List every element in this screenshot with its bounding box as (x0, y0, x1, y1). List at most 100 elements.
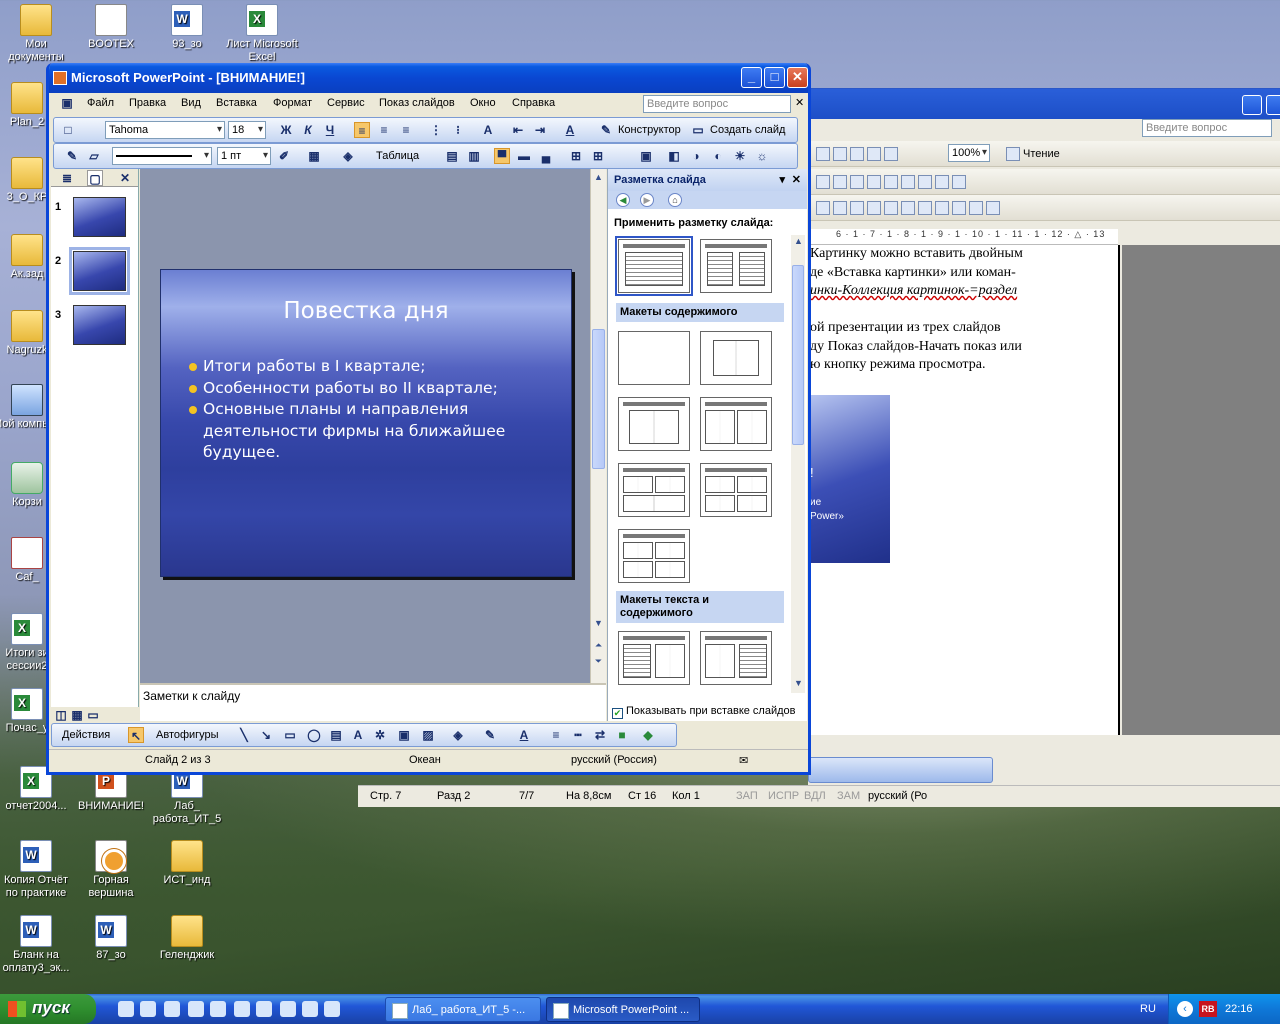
brightness-icon[interactable]: ☀ (732, 148, 748, 164)
slide-thumbnail-1[interactable] (73, 197, 126, 237)
table-cell-icon[interactable] (816, 175, 830, 190)
compress-icon[interactable] (901, 175, 915, 190)
rectangle-icon[interactable]: ▭ (282, 727, 298, 743)
slides-tab-icon[interactable]: ▢ (87, 170, 103, 186)
italic-icon[interactable]: К (300, 122, 316, 138)
word-document-page[interactable]: Картинку можно вставить двойным де «Вста… (808, 245, 1120, 735)
scroll-down-icon[interactable]: ▼ (592, 617, 605, 630)
increase-indent-icon[interactable]: ⇥ (532, 122, 548, 138)
actions-menu-button[interactable]: Действия (62, 729, 110, 741)
fill-color-icon[interactable]: ◈ (450, 727, 466, 743)
quicklaunch-search-icon[interactable] (302, 1001, 318, 1017)
numbering-icon[interactable]: ⋮ (428, 122, 444, 138)
insert-picture-icon[interactable]: ▣ (638, 148, 654, 164)
underline-icon[interactable]: Ч (322, 122, 338, 138)
distribute-columns-icon[interactable]: ⊞ (590, 148, 606, 164)
map-icon[interactable] (867, 147, 881, 162)
font-color-icon[interactable] (986, 201, 1000, 216)
font-color-icon[interactable]: A (516, 727, 532, 743)
layout-title-two-content[interactable] (700, 397, 772, 451)
picture-icon[interactable]: ▨ (420, 727, 436, 743)
slideshow-view-icon[interactable]: ▭ (85, 707, 101, 723)
font-color-icon[interactable]: A (562, 122, 578, 138)
clipart-icon[interactable]: ▣ (396, 727, 412, 743)
set-transparent-icon[interactable] (935, 175, 949, 190)
align-right-icon[interactable] (833, 201, 847, 216)
distribute-rows-icon[interactable]: ⊞ (568, 148, 584, 164)
menu-view[interactable]: Вид (181, 97, 201, 109)
layout-title-two-columns[interactable] (700, 239, 772, 293)
scroll-thumb[interactable] (592, 329, 605, 469)
insert-table-icon[interactable]: ▤ (444, 148, 460, 164)
less-contrast-icon[interactable]: ◐ (710, 148, 726, 164)
quicklaunch-show-desktop-icon[interactable] (140, 1001, 156, 1017)
select-objects-icon[interactable]: ↖ (128, 727, 144, 743)
layout-four-content[interactable] (618, 529, 690, 583)
decrease-indent-icon[interactable] (918, 201, 932, 216)
less-brightness-icon[interactable]: ☼ (754, 148, 770, 164)
crop-icon[interactable] (867, 175, 881, 190)
slide-editing-area[interactable]: Повестка дня Итоги работы в I квартале; … (140, 169, 590, 683)
quicklaunch-app-icon[interactable] (256, 1001, 272, 1017)
arrow-icon[interactable]: ↘ (258, 727, 274, 743)
layout-title-four-content[interactable] (700, 463, 772, 517)
draw-table-icon[interactable]: ✎ (64, 148, 80, 164)
merge-cells-icon[interactable]: ▥ (466, 148, 482, 164)
columns-icon[interactable] (833, 147, 847, 162)
layout-content-and-text[interactable] (700, 631, 772, 685)
tray-app-icon[interactable]: RB (1199, 1001, 1217, 1017)
dash-style-icon[interactable]: ┅ (570, 727, 586, 743)
minimize-button[interactable]: _ (741, 67, 762, 88)
wordart-icon[interactable]: A (350, 727, 366, 743)
design-button[interactable]: Конструктор (618, 124, 681, 136)
design-icon[interactable]: ✎ (598, 122, 614, 138)
eraser-icon[interactable]: ▱ (86, 148, 102, 164)
current-slide[interactable]: Повестка дня Итоги работы в I квартале; … (160, 269, 572, 577)
start-button[interactable]: пуск (0, 994, 96, 1024)
maximize-button[interactable]: □ (764, 67, 785, 88)
menu-window[interactable]: Окно (470, 97, 496, 109)
bullets-icon[interactable] (901, 201, 915, 216)
word-reading-button[interactable]: Чтение (1006, 145, 1060, 163)
borders-icon[interactable]: ▦ (306, 148, 322, 164)
menu-help[interactable]: Справка (512, 97, 555, 109)
menu-tools[interactable]: Сервис (327, 97, 365, 109)
oval-icon[interactable]: ◯ (306, 727, 322, 743)
border-style-select[interactable] (112, 147, 212, 165)
quicklaunch-tools-icon[interactable] (324, 1001, 340, 1017)
taskbar-item-word[interactable]: Лаб_ работа_ИТ_5 -... (385, 997, 541, 1022)
textbox-icon[interactable]: ▤ (328, 727, 344, 743)
quicklaunch-app-icon[interactable] (234, 1001, 250, 1017)
shadow-icon[interactable]: ■ (614, 727, 630, 743)
close-pane-icon[interactable]: ✕ (117, 170, 133, 186)
taskpane-scroll-thumb[interactable] (792, 265, 804, 445)
powerpoint-app-icon[interactable] (53, 71, 67, 85)
taskpane-close-icon[interactable]: ✕ (792, 173, 801, 186)
word-ask-question-input[interactable]: Введите вопрос (1142, 119, 1272, 137)
powerpoint-window[interactable]: Microsoft PowerPoint - [ВНИМАНИЕ!] _ □ ✕… (46, 63, 811, 775)
taskbar-item-powerpoint[interactable]: Microsoft PowerPoint ... (546, 997, 700, 1022)
document-menu-icon[interactable]: ▣ (59, 95, 75, 111)
taskpane-dropdown-icon[interactable]: ▾ (779, 173, 785, 186)
bold-icon[interactable]: Ж (278, 122, 294, 138)
ask-question-input[interactable]: Введите вопрос (643, 95, 791, 113)
diagram-icon[interactable]: ✲ (372, 727, 388, 743)
slide-scrollbar[interactable]: ▲ ▼ ⏶ ⏷ (590, 169, 606, 683)
align-center-icon[interactable] (816, 201, 830, 216)
line-style-icon[interactable]: ≡ (548, 727, 564, 743)
desktop-icon-ist-ind[interactable]: ИСТ_инд (148, 840, 226, 887)
quicklaunch-app-icon[interactable] (280, 1001, 296, 1017)
new-slide-icon[interactable]: ▭ (690, 122, 706, 138)
close-document-icon[interactable]: ✕ (795, 96, 804, 109)
taskpane-scrollbar[interactable]: ▲ ▼ (791, 235, 805, 693)
increase-font-icon[interactable]: A (480, 122, 496, 138)
scroll-down-icon[interactable]: ▼ (792, 677, 805, 690)
slide-sorter-icon[interactable]: ▦ (69, 707, 85, 723)
desktop-icon-my-documents[interactable]: Мои документы (0, 4, 75, 64)
align-center-icon[interactable]: ≡ (376, 122, 392, 138)
border-width-select[interactable]: 1 пт (217, 147, 271, 165)
menu-edit[interactable]: Правка (129, 97, 166, 109)
menu-slideshow[interactable]: Показ слайдов (379, 97, 455, 109)
spelling-status-icon[interactable]: ✉ (739, 754, 748, 767)
home-icon[interactable]: ⌂ (668, 193, 682, 207)
